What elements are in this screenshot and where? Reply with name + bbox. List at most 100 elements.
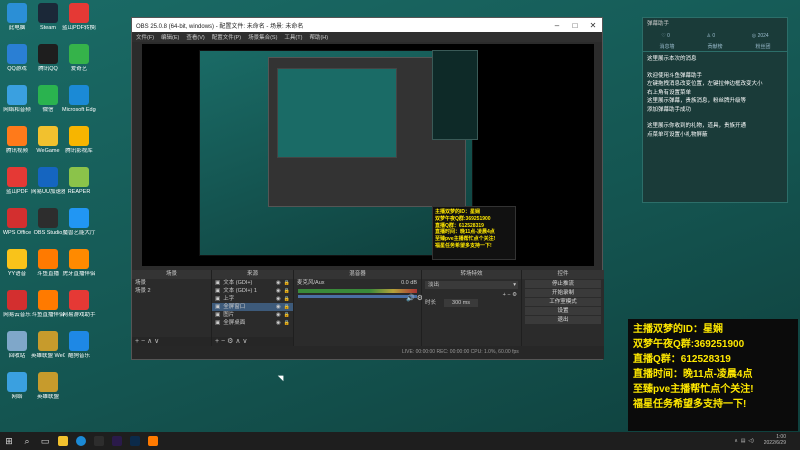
control-button[interactable]: 开始录制 <box>525 289 601 297</box>
lock-icon[interactable]: 🔒 <box>284 287 293 295</box>
obs-window[interactable]: OBS 25.0.8 (64-bit, windows) - 配置文件: 未命名… <box>131 17 604 360</box>
desktop-icon[interactable]: 网易UU加速器 <box>31 167 65 195</box>
desktop-icon[interactable]: 英雄联盟 <box>31 372 65 400</box>
maximize-icon[interactable]: □ <box>566 21 584 30</box>
obs-taskbar-icon[interactable] <box>90 432 108 450</box>
windows-start-icon[interactable]: ⊞ <box>0 432 18 450</box>
chevron-up-icon[interactable]: ∧ <box>734 438 738 444</box>
search-icon[interactable]: ⌕ <box>18 432 36 450</box>
volume-icon[interactable]: ◁) <box>748 438 754 444</box>
source-item[interactable]: ▣ 上字 ◉ 🔒 <box>212 295 293 303</box>
desktop-icon[interactable]: 腾讯QQ <box>31 44 65 72</box>
down-icon[interactable]: ∨ <box>242 338 247 345</box>
source-item[interactable]: ▣ 文本 (GDI+) 1 ◉ 🔒 <box>212 287 293 295</box>
network-icon[interactable]: ▤ <box>741 438 746 444</box>
desktop-icon[interactable]: Microsoft Edge <box>62 85 96 113</box>
control-button[interactable]: 停止推流 <box>525 280 601 288</box>
desktop-icon[interactable]: 网易游戏助手 <box>62 290 96 318</box>
douyu-taskbar-icon[interactable] <box>144 432 162 450</box>
desktop-icon[interactable]: 微信 <box>31 85 65 113</box>
source-item[interactable]: ▣ 全屏窗口 ◉ 🔒 <box>212 303 293 311</box>
menu-item[interactable]: 工具(T) <box>284 33 302 41</box>
lock-icon[interactable]: 🔒 <box>284 295 293 303</box>
source-item[interactable]: ▣ 文本 (GDI+) ◉ 🔒 <box>212 279 293 287</box>
source-item[interactable]: ▣ 全屏桌面 ◉ 🔒 <box>212 319 293 327</box>
eye-icon[interactable]: ◉ <box>276 311 281 319</box>
chat-tab[interactable]: 粉丝团 <box>755 42 770 51</box>
chat-tab[interactable]: 贡献榜 <box>707 42 722 51</box>
menu-item[interactable]: 配置文件(P) <box>212 33 241 41</box>
edge-icon[interactable] <box>72 432 90 450</box>
down-icon[interactable]: ∨ <box>154 338 159 345</box>
task-view-icon[interactable]: ▭ <box>36 432 54 450</box>
control-button[interactable]: 设置 <box>525 307 601 315</box>
remove-icon[interactable]: − <box>507 291 510 299</box>
up-icon[interactable]: ∧ <box>235 338 240 345</box>
scene-item[interactable]: 场景 <box>132 279 211 287</box>
close-icon[interactable]: ✕ <box>584 21 602 30</box>
duration-input[interactable]: 300 ms <box>444 299 479 307</box>
remove-icon[interactable]: − <box>221 338 225 345</box>
desktop-icon[interactable]: 魔兽艺能大厅 <box>62 208 96 236</box>
lock-icon[interactable]: 🔒 <box>284 279 293 287</box>
obs-titlebar[interactable]: OBS 25.0.8 (64-bit, windows) - 配置文件: 未命名… <box>132 18 602 32</box>
eye-icon[interactable]: ◉ <box>276 279 281 287</box>
volume-slider[interactable] <box>298 295 417 298</box>
desktop-icon[interactable]: 爱奇艺 <box>62 44 96 72</box>
desktop-icon[interactable]: Steam <box>31 3 65 31</box>
desktop-icon[interactable]: 蓝山PDF转换器 <box>62 3 96 31</box>
transition-select[interactable]: 淡出 ▾ <box>425 281 518 289</box>
desktop-icon[interactable]: 酷狗音乐 <box>62 331 96 359</box>
obs-preview[interactable]: 主播双梦的ID：星娴 双梦午夜Q群:369251900 直播Q群：612528319… <box>142 44 594 266</box>
add-icon[interactable]: + <box>503 291 506 299</box>
menu-item[interactable]: 编辑(E) <box>161 33 179 41</box>
folder-icon[interactable] <box>54 432 72 450</box>
eye-icon[interactable]: ◉ <box>276 287 281 295</box>
chat-tab[interactable]: 消息墙 <box>659 42 674 51</box>
desktop-icon[interactable]: 蓝山PDF <box>0 167 34 195</box>
gear-icon[interactable]: ⚙ <box>227 338 233 345</box>
menu-item[interactable]: 文件(F) <box>136 33 154 41</box>
danmaku-assistant[interactable]: 弹幕助手 ♡ 0 ♙ 0 ◎ 2024 消息墙 贡献榜 粉丝团 这里展示本次的消息 欢迎使… <box>642 17 788 203</box>
scene-item[interactable]: 场景 2 <box>132 287 211 295</box>
up-icon[interactable]: ∧ <box>147 338 152 345</box>
desktop-icon[interactable]: REAPER <box>62 167 96 195</box>
desktop-icon[interactable]: 腾讯视频 <box>0 126 34 154</box>
minimize-icon[interactable]: – <box>548 21 566 30</box>
premiere-taskbar-icon[interactable] <box>108 432 126 450</box>
lock-icon[interactable]: 🔒 <box>284 303 293 311</box>
menu-item[interactable]: 场景集合(S) <box>248 33 277 41</box>
desktop-icon[interactable]: 腾讯影视库 <box>62 126 96 154</box>
desktop-icon[interactable]: WPS Office <box>0 208 34 236</box>
control-button[interactable]: 工作室模式 <box>525 298 601 306</box>
desktop-icon[interactable]: 网络 <box>0 372 34 400</box>
desktop-icon[interactable]: WeGame <box>31 126 65 154</box>
eye-icon[interactable]: ◉ <box>276 319 281 327</box>
speaker-icon[interactable]: 🔊 <box>406 294 415 302</box>
lock-icon[interactable]: 🔒 <box>284 319 293 327</box>
desktop-icon[interactable]: 斗鱼直播 <box>31 249 65 277</box>
lock-icon[interactable]: 🔒 <box>284 311 293 319</box>
desktop-icon[interactable]: 回收站 <box>0 331 34 359</box>
source-item[interactable]: ▣ 图片 ◉ 🔒 <box>212 311 293 319</box>
desktop-icon[interactable]: 此电脑 <box>0 3 34 31</box>
menu-item[interactable]: 查看(V) <box>186 33 204 41</box>
desktop-icon[interactable]: 虎牙直播伴侣 <box>62 249 96 277</box>
desktop-icon[interactable]: 网易云音乐 <box>0 290 34 318</box>
control-button[interactable]: 退出 <box>525 316 601 324</box>
eye-icon[interactable]: ◉ <box>276 303 281 311</box>
photoshop-taskbar-icon[interactable] <box>126 432 144 450</box>
desktop-icon[interactable]: OBS Studio <box>31 208 65 236</box>
menu-item[interactable]: 帮助(H) <box>309 33 328 41</box>
gear-icon[interactable]: ⚙ <box>512 291 517 299</box>
add-icon[interactable]: + <box>215 338 219 345</box>
desktop-icon[interactable]: 网络和音频 <box>0 85 34 113</box>
clock[interactable]: 1:00 2022/6/29 <box>764 434 786 447</box>
remove-icon[interactable]: − <box>141 338 145 345</box>
desktop-icon[interactable]: 英雄联盟 WeGame版 <box>31 331 65 359</box>
add-icon[interactable]: + <box>135 338 139 345</box>
eye-icon[interactable]: ◉ <box>276 295 281 303</box>
desktop-icon[interactable]: 斗鱼直播伴侣 <box>31 290 65 318</box>
desktop-icon[interactable]: QQ游戏 <box>0 44 34 72</box>
desktop-icon[interactable]: YY语音 <box>0 249 34 277</box>
